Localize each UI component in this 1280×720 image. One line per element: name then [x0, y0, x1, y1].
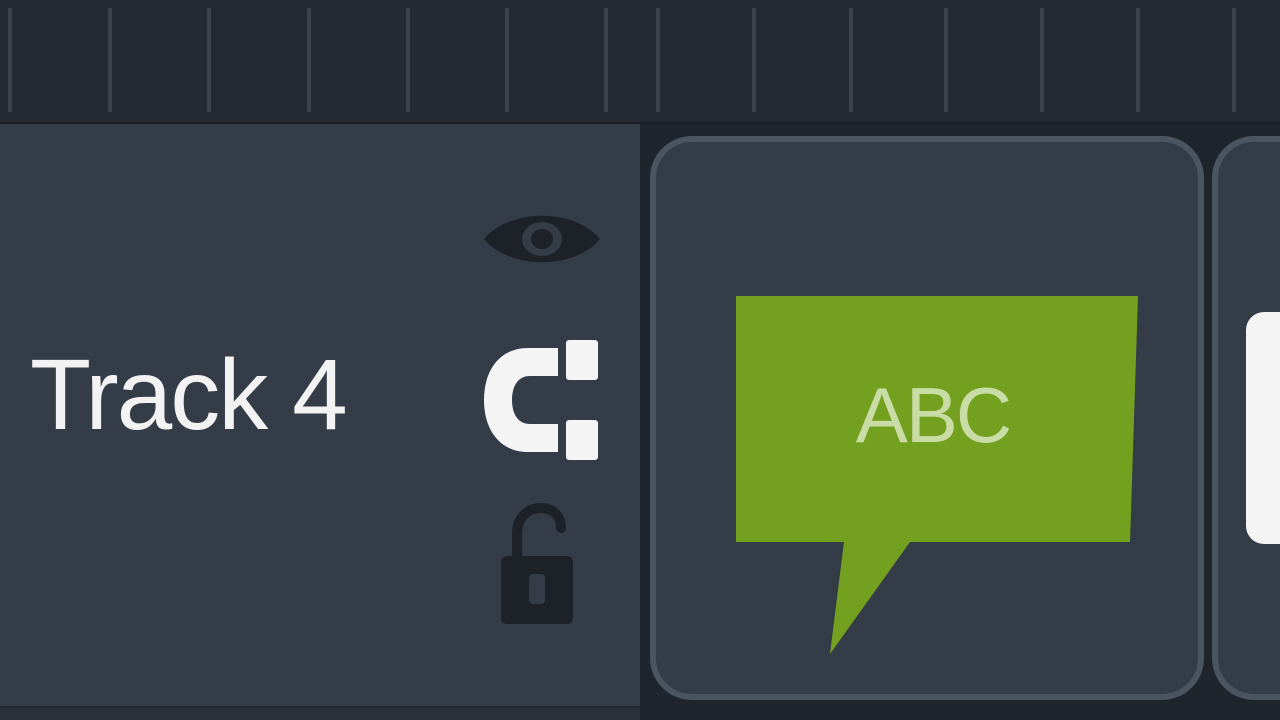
- timeline-panel: Track 4 ABC: [0, 0, 1280, 720]
- ruler-tick: [207, 8, 211, 112]
- eye-icon[interactable]: [480, 202, 604, 276]
- ruler-tick: [1040, 8, 1044, 112]
- timeline-ruler[interactable]: [0, 0, 1280, 124]
- next-clip-thumbnail: [1246, 312, 1280, 544]
- ruler-tick: [752, 8, 756, 112]
- ruler-tick: [1232, 8, 1236, 112]
- ruler-tick: [8, 8, 12, 112]
- ruler-tick: [406, 8, 410, 112]
- ruler-tick: [1136, 8, 1140, 112]
- magnet-icon[interactable]: [470, 330, 606, 470]
- ruler-tick: [307, 8, 311, 112]
- ruler-tick: [849, 8, 853, 112]
- ruler-tick: [108, 8, 112, 112]
- ruler-tick: [656, 8, 660, 112]
- ruler-tick: [604, 8, 608, 112]
- unlocked-padlock-icon[interactable]: [495, 498, 579, 630]
- ruler-tick: [944, 8, 948, 112]
- callout-label: ABC: [855, 371, 1012, 459]
- track-header-divider: [0, 706, 640, 720]
- speech-bubble-icon: [736, 296, 1138, 654]
- track-name[interactable]: Track 4: [30, 340, 348, 450]
- ruler-tick: [505, 8, 509, 112]
